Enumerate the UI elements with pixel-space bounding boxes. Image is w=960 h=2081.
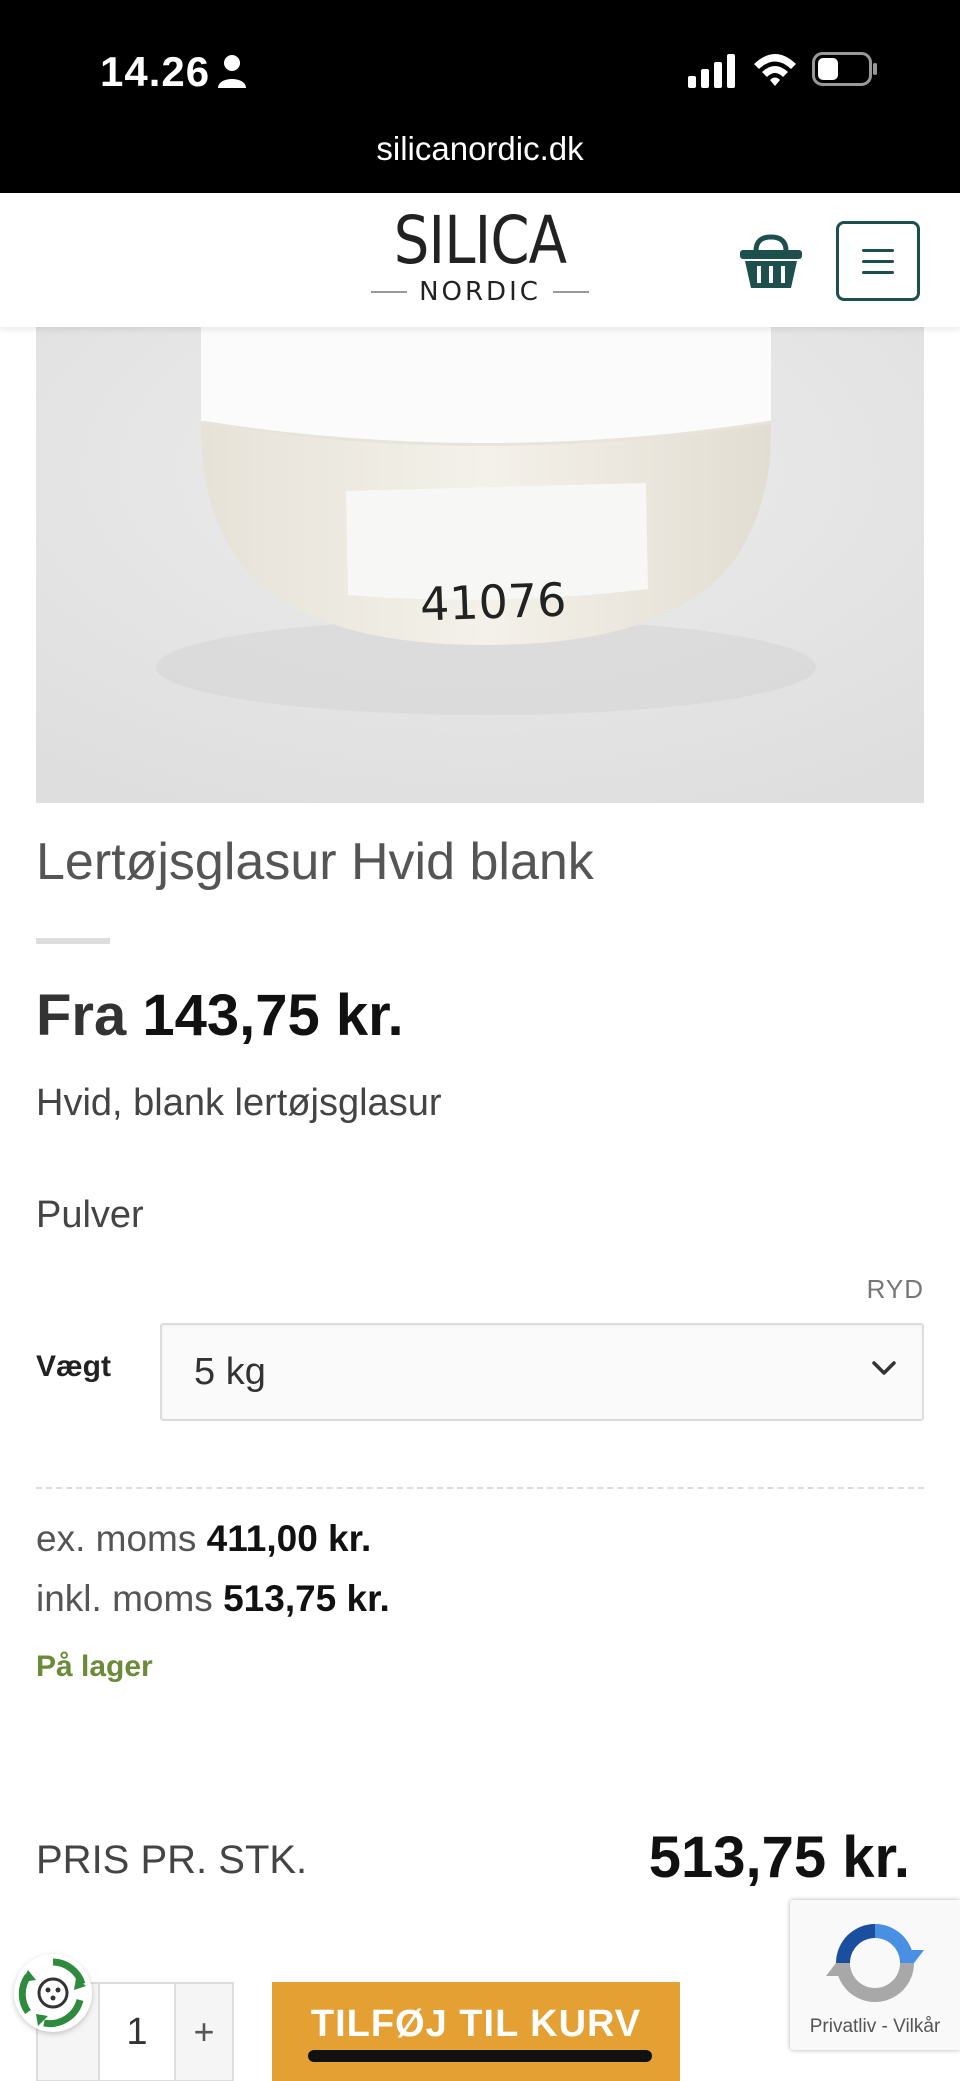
logo-sub-text: NORDIC (419, 277, 541, 307)
url-bar[interactable]: silicanordic.dk (0, 130, 960, 168)
recaptcha-badge[interactable]: Privatliv - Vilkår (790, 1900, 960, 2050)
recaptcha-links[interactable]: Privatliv - Vilkår (790, 2016, 960, 2038)
title-divider (36, 938, 110, 944)
add-to-cart-button[interactable]: TILFØJ TIL KURV (272, 1982, 680, 2081)
price-from: Fra 143,75 kr. (36, 982, 404, 1049)
recaptcha-icon (826, 1924, 924, 2002)
incl-moms-value: 513,75 kr. (223, 1578, 390, 1619)
logo-sub-wrap: NORDIC (370, 277, 590, 307)
glaze-sample-image (36, 327, 924, 803)
quantity-plus-button[interactable]: + (174, 1984, 232, 2080)
dashed-divider (36, 1487, 924, 1489)
stock-status: På lager (36, 1650, 153, 1683)
recycle-icon (18, 1958, 86, 2028)
eco-badge[interactable] (14, 1954, 92, 2032)
clear-selection-link[interactable]: RYD (867, 1274, 924, 1305)
logo-line-left (371, 291, 408, 293)
battery-icon (812, 52, 877, 86)
sample-number-label: 41076 (419, 572, 568, 632)
signal-icon (688, 54, 735, 88)
basket-icon[interactable] (738, 233, 804, 291)
menu-button[interactable] (836, 221, 920, 301)
home-indicator (308, 2050, 652, 2062)
weight-label: Vægt (36, 1350, 111, 1383)
menu-icon-bar (862, 259, 894, 263)
site-header: SILICA NORDIC (0, 193, 960, 327)
menu-icon-bar (862, 270, 894, 274)
logo[interactable]: SILICA NORDIC (370, 203, 590, 313)
ex-moms-value: 411,00 kr. (206, 1518, 372, 1559)
ex-moms-label: ex. moms (36, 1518, 197, 1559)
chevron-down-icon (872, 1361, 896, 1375)
person-icon (218, 55, 246, 88)
price-ex-moms: ex. moms 411,00 kr. (36, 1518, 371, 1560)
weight-selected-value: 5 kg (194, 1351, 266, 1393)
product-description: Hvid, blank lertøjsglasur (36, 1082, 442, 1124)
price-incl-moms: inkl. moms 513,75 kr. (36, 1578, 390, 1620)
status-time: 14.26 (100, 48, 211, 95)
price-prefix: Fra (36, 983, 127, 1048)
weight-select[interactable]: 5 kg (160, 1323, 924, 1421)
logo-main-text: SILICA (393, 202, 567, 279)
menu-icon-bar (862, 248, 894, 252)
logo-line-right (552, 291, 589, 293)
product-form: Pulver (36, 1194, 144, 1236)
price-from-value: 143,75 kr. (142, 983, 404, 1048)
status-bar: 14.26 silicanordic.dk (0, 0, 960, 193)
product-title: Lertøjsglasur Hvid blank (36, 833, 594, 891)
wifi-icon (754, 54, 796, 86)
product-image[interactable]: 41076 (36, 327, 924, 803)
unit-price-label: PRIS PR. STK. (36, 1838, 308, 1882)
incl-moms-label: inkl. moms (36, 1578, 213, 1619)
unit-price-value: 513,75 kr. (648, 1825, 910, 1890)
quantity-input[interactable]: 1 (100, 1984, 174, 2080)
